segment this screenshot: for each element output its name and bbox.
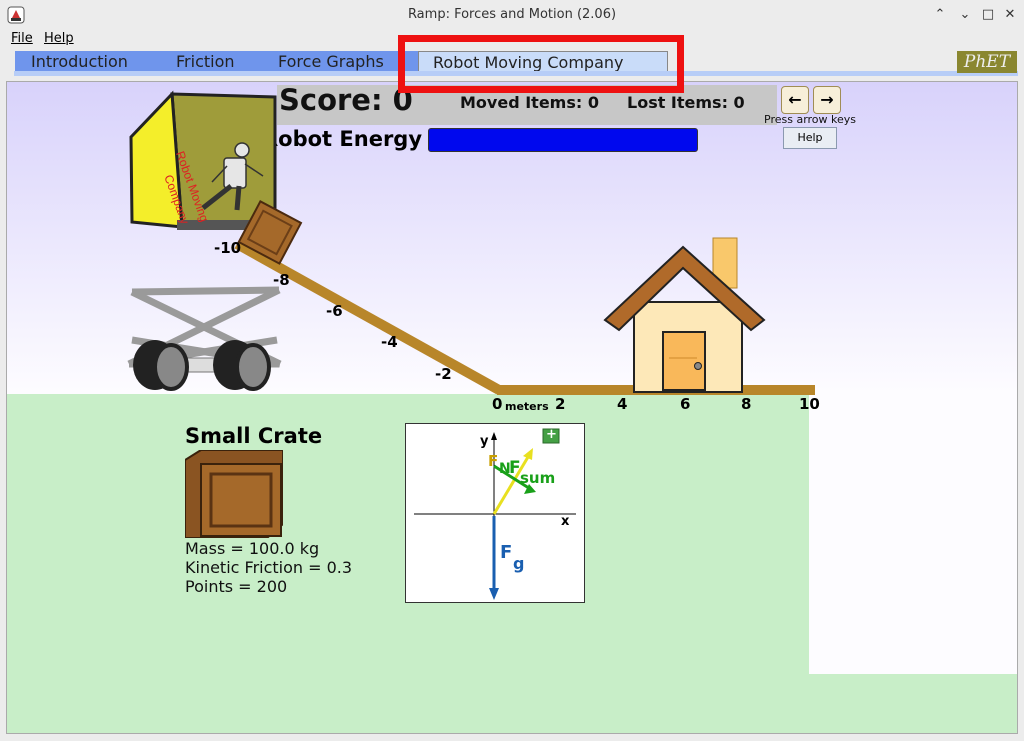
tab-label: Introduction — [31, 52, 128, 71]
ramp-tick: 0 — [492, 395, 503, 413]
fbd-x-label: x — [561, 514, 570, 529]
ramp-tick: 6 — [680, 395, 691, 413]
fbd-sum-subscript: sum — [520, 469, 556, 487]
ramp-tick: -6 — [326, 302, 343, 320]
fbd-plus-button[interactable]: + — [546, 427, 557, 442]
free-body-diagram[interactable]: y x + F N F sum F g — [405, 423, 585, 603]
simulation-canvas[interactable]: Score: 0 Moved Items: 0 Lost Items: 0 Ro… — [6, 81, 1018, 734]
fbd-sum-label: F — [509, 458, 521, 478]
tab-friction[interactable]: Friction — [160, 51, 262, 73]
item-friction: Kinetic Friction = 0.3 — [185, 558, 353, 577]
robot-wheels — [133, 340, 271, 391]
file-menu[interactable]: File — [11, 31, 33, 46]
tab-label: Force Graphs — [278, 52, 384, 71]
tab-highlight-box — [398, 35, 684, 93]
fbd-drawing — [414, 428, 576, 600]
ramp-tick: 4 — [617, 395, 628, 413]
ramp-tick: -2 — [435, 365, 452, 383]
item-mass: Mass = 100.0 kg — [185, 539, 320, 558]
tab-introduction[interactable]: Introduction — [15, 51, 160, 73]
minimize-icon[interactable]: ⌄ — [955, 5, 975, 25]
tab-force-graphs[interactable]: Force Graphs — [262, 51, 418, 73]
phet-logo[interactable]: PhET — [957, 51, 1017, 73]
fbd-y-label: y — [480, 434, 489, 449]
ramp-tick: 10 — [799, 395, 820, 413]
tab-label: Friction — [176, 52, 235, 71]
close-icon[interactable]: ✕ — [1000, 5, 1020, 25]
window-title: Ramp: Forces and Motion (2.06) — [407, 7, 617, 22]
ramp-unit: meters — [505, 400, 549, 413]
ramp-tick: -10 — [214, 239, 242, 257]
fbd-gravity-subscript: g — [513, 554, 525, 573]
collapse-icon[interactable]: ⌃ — [930, 5, 950, 25]
ramp-tick: -4 — [381, 333, 398, 351]
fbd-normal-label: F — [488, 452, 499, 470]
crate-icon — [185, 450, 283, 538]
fbd-gravity-label: F — [500, 542, 513, 563]
ramp-tick: -8 — [273, 271, 290, 289]
title-bar: Ramp: Forces and Motion (2.06) ⌃ ⌄ □ ✕ — [0, 0, 1024, 32]
house — [603, 237, 766, 393]
help-menu[interactable]: Help — [44, 31, 74, 46]
ramp-tick: 2 — [555, 395, 566, 413]
item-name: Small Crate — [185, 424, 323, 448]
ramp-tick: 8 — [741, 395, 752, 413]
maximize-icon[interactable]: □ — [978, 5, 998, 25]
item-points: Points = 200 — [185, 577, 288, 596]
